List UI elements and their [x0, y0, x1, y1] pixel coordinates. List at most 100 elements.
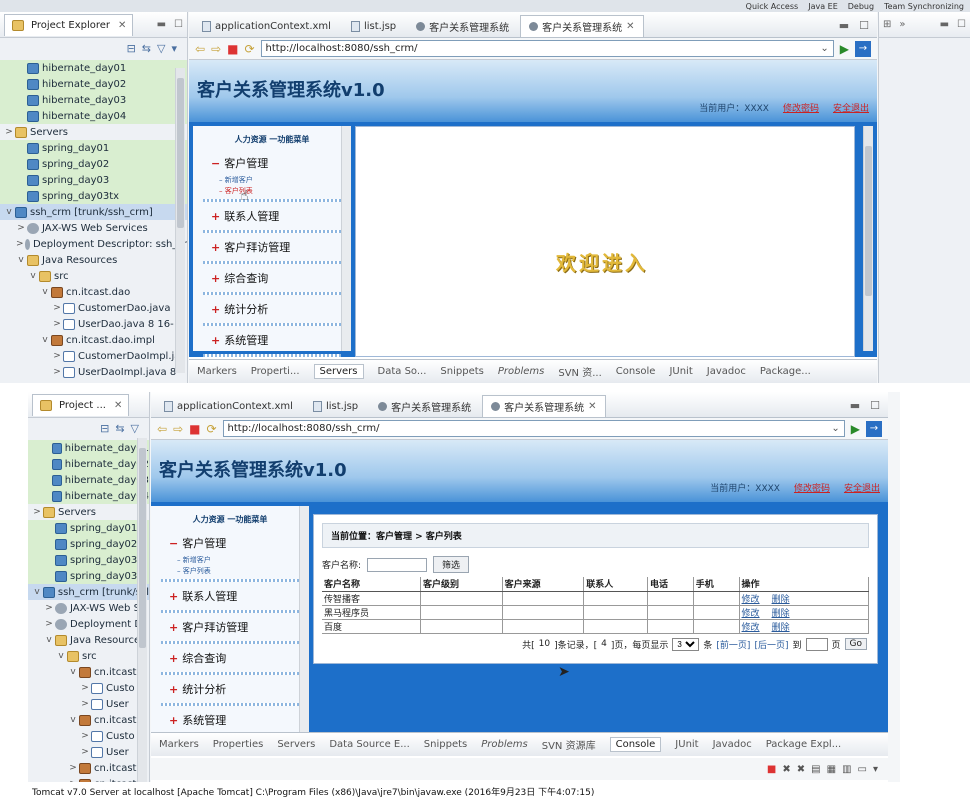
- terminate-icon[interactable]: ■: [767, 764, 776, 775]
- url-input[interactable]: http://localhost:8080/ssh_crm/⌄: [222, 420, 845, 437]
- tree-item[interactable]: hibernate_day03: [28, 472, 149, 488]
- menu-group[interactable]: − 客户管理: [193, 151, 351, 175]
- tree-item[interactable]: v Java Resources: [0, 252, 187, 268]
- editor-tab[interactable]: 客户关系管理系统: [407, 15, 518, 37]
- tree-item[interactable]: spring_day03tx: [28, 568, 149, 584]
- change-password-link[interactable]: 修改密码: [794, 481, 830, 494]
- go-play-icon[interactable]: ▶: [851, 422, 860, 436]
- tree-item[interactable]: hibernate_day04: [28, 488, 149, 504]
- url-input[interactable]: http://localhost:8080/ssh_crm/⌄: [260, 40, 834, 57]
- expand-toggle-icon[interactable]: >: [32, 507, 42, 517]
- next-page-link[interactable]: [后一页]: [754, 638, 788, 651]
- minimize-icon[interactable]: ▬: [850, 399, 860, 412]
- remove-launch-icon[interactable]: ✖: [782, 764, 790, 775]
- tree-item[interactable]: > UserDaoImpl.java 8: [0, 364, 187, 380]
- tree-item[interactable]: spring_day02: [28, 536, 149, 552]
- tree-item[interactable]: > JAX-WS Web Services: [0, 220, 187, 236]
- view-tab[interactable]: JUnit: [675, 739, 698, 750]
- filter-icon[interactable]: ▽: [157, 42, 165, 55]
- expand-toggle-icon[interactable]: v: [28, 271, 38, 281]
- perspective-team[interactable]: Team Synchronizing: [884, 2, 964, 11]
- view-tab[interactable]: Problems: [481, 739, 528, 750]
- tree-item[interactable]: v ssh_crm [trunk/ssl: [28, 584, 149, 600]
- tree-item[interactable]: > CustomerDaoImpl.ja: [0, 348, 187, 364]
- minimize-icon[interactable]: ▬: [940, 19, 949, 30]
- expand-toggle-icon[interactable]: v: [44, 635, 54, 645]
- close-icon[interactable]: ✕: [588, 401, 596, 412]
- tree-item[interactable]: v cn.itcast: [28, 712, 149, 728]
- view-tab[interactable]: Servers: [313, 364, 364, 379]
- menu-group[interactable]: + 统计分析: [151, 677, 309, 701]
- delete-link[interactable]: 删除: [772, 623, 790, 633]
- tree-item[interactable]: > Custo: [28, 680, 149, 696]
- menu-group[interactable]: + 统计分析: [193, 297, 351, 321]
- edit-link[interactable]: 修改: [742, 623, 760, 633]
- go-button[interactable]: →: [866, 420, 882, 437]
- tree-item[interactable]: spring_day01: [28, 520, 149, 536]
- explorer-scrollbar[interactable]: [137, 438, 147, 790]
- collapse-all-icon[interactable]: ⊟: [127, 42, 136, 55]
- tree-item[interactable]: > User: [28, 696, 149, 712]
- outline-icon[interactable]: ⊞: [883, 19, 891, 30]
- project-explorer-tab[interactable]: Project ... ✕: [32, 393, 130, 416]
- view-tab[interactable]: Data So...: [378, 366, 427, 377]
- view-tab[interactable]: Console: [609, 737, 662, 752]
- expand-toggle-icon[interactable]: >: [44, 603, 54, 613]
- delete-link[interactable]: 删除: [772, 609, 790, 619]
- menu-group[interactable]: + 联系人管理: [151, 584, 309, 608]
- expand-toggle-icon[interactable]: v: [40, 335, 50, 345]
- explorer-scrollbar[interactable]: [175, 68, 185, 373]
- view-tab[interactable]: Package Expl...: [766, 739, 842, 750]
- editor-tab[interactable]: 客户关系管理系统: [369, 395, 480, 417]
- refresh-icon[interactable]: ⟳: [244, 42, 254, 56]
- view-tab[interactable]: Snippets: [424, 739, 467, 750]
- expand-toggle-icon[interactable]: v: [32, 587, 42, 597]
- project-explorer-tab[interactable]: Project Explorer ✕: [4, 13, 134, 36]
- tree-item[interactable]: hibernate_day02: [28, 456, 149, 472]
- view-tab[interactable]: Properties: [213, 739, 264, 750]
- expand-toggle-icon[interactable]: >: [16, 239, 24, 249]
- tree-item[interactable]: v cn.itcast: [28, 664, 149, 680]
- editor-tab[interactable]: applicationContext.xml: [155, 395, 302, 417]
- tree-item[interactable]: > cn.itcast: [28, 760, 149, 776]
- view-tab[interactable]: Problems: [498, 366, 545, 377]
- view-tab[interactable]: Data Source E...: [329, 739, 409, 750]
- logout-link[interactable]: 安全退出: [833, 101, 869, 114]
- tree-item[interactable]: > Custo: [28, 728, 149, 744]
- tree-item[interactable]: > UserDao.java 8 16-: [0, 316, 187, 332]
- tree-item[interactable]: > Deployment D: [28, 616, 149, 632]
- tree-item[interactable]: hibernate_day01: [0, 60, 187, 76]
- tree-item[interactable]: > User: [28, 744, 149, 760]
- expand-toggle-icon[interactable]: >: [16, 223, 26, 233]
- tree-item[interactable]: > Deployment Descriptor: ssh_cr: [0, 236, 187, 252]
- expand-toggle-icon[interactable]: >: [52, 319, 62, 329]
- tree-item[interactable]: spring_day03: [28, 552, 149, 568]
- editor-tab[interactable]: list.jsp: [342, 15, 405, 37]
- view-tab[interactable]: Javadoc: [707, 366, 746, 377]
- minimize-icon[interactable]: ▬: [839, 19, 849, 32]
- minimize-icon[interactable]: ▬: [157, 19, 166, 30]
- page-size-select[interactable]: 3: [672, 637, 700, 651]
- view-tab[interactable]: Console: [616, 366, 656, 377]
- close-icon[interactable]: ✕: [114, 400, 122, 411]
- tree-item[interactable]: hibernate_day03: [0, 92, 187, 108]
- tree-item[interactable]: > CustomerDao.java: [0, 300, 187, 316]
- filter-button[interactable]: 筛选: [433, 556, 470, 573]
- expand-toggle-icon[interactable]: v: [68, 667, 78, 677]
- delete-link[interactable]: 删除: [772, 595, 790, 605]
- maximize-icon[interactable]: ☐: [859, 19, 869, 32]
- editor-tab[interactable]: applicationContext.xml: [193, 15, 340, 37]
- menu-group[interactable]: + 系统管理: [193, 328, 351, 352]
- menu-group[interactable]: − 客户管理: [151, 531, 309, 555]
- menu-subitem[interactable]: – 客户列表: [193, 186, 351, 197]
- tree-item[interactable]: > Servers: [0, 124, 187, 140]
- tree-item[interactable]: v src: [28, 648, 149, 664]
- tree-item[interactable]: > Servers: [28, 504, 149, 520]
- expand-toggle-icon[interactable]: >: [80, 731, 90, 741]
- remove-all-icon[interactable]: ✖: [797, 764, 805, 775]
- customer-name-input[interactable]: [367, 557, 428, 572]
- back-icon[interactable]: ⇦: [157, 422, 167, 436]
- view-tab[interactable]: Servers: [277, 739, 315, 750]
- view-tab[interactable]: Javadoc: [713, 739, 752, 750]
- tree-item[interactable]: spring_day03tx: [0, 188, 187, 204]
